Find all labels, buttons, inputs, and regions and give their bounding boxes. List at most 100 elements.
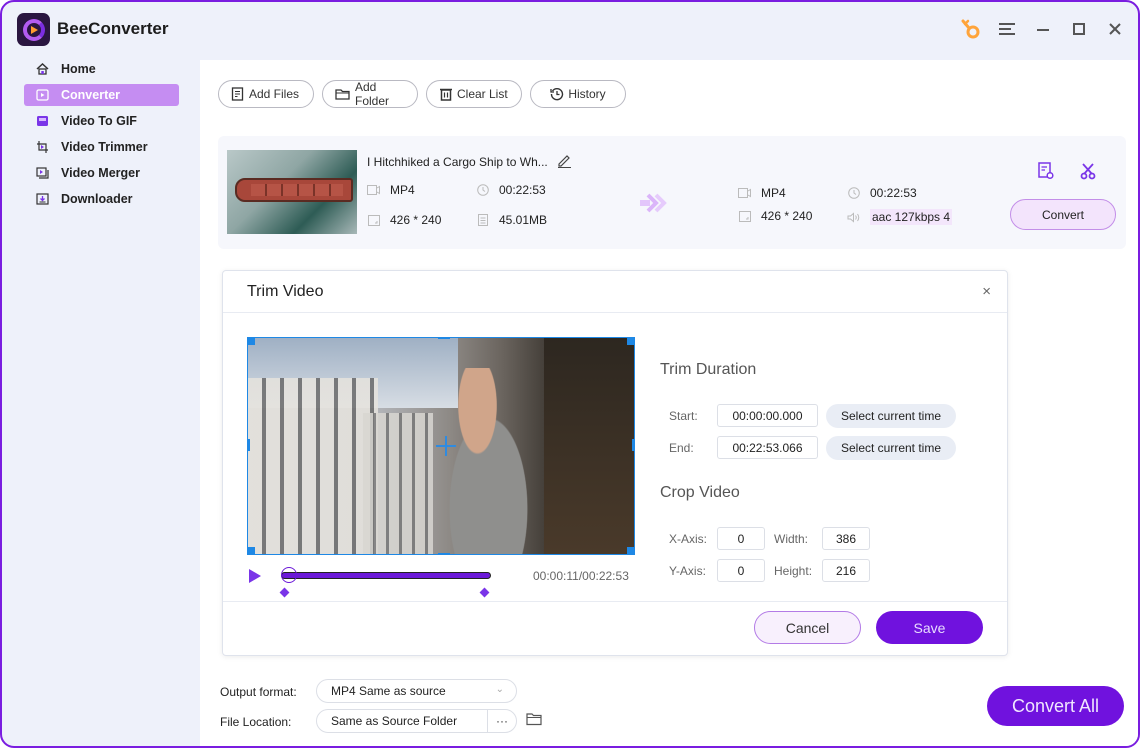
dialog-title: Trim Video: [247, 282, 324, 300]
select-start-time-button[interactable]: Select current time: [826, 404, 956, 428]
logo-ring-icon: [22, 18, 45, 41]
output-duration: 00:22:53: [847, 186, 917, 200]
history-button[interactable]: History: [530, 80, 626, 108]
sidebar-item-downloader[interactable]: Downloader: [24, 188, 179, 210]
sidebar-item-label: Converter: [61, 88, 121, 102]
end-time-input[interactable]: 00:22:53.066: [717, 436, 818, 459]
converter-icon: [36, 89, 49, 101]
dialog-footer-divider: [223, 601, 1007, 602]
app-title: BeeConverter: [57, 19, 169, 38]
title-bar: BeeConverter: [2, 2, 1138, 58]
maximize-icon[interactable]: [1068, 18, 1090, 40]
scissors-trim-icon[interactable]: [1080, 162, 1096, 183]
merger-icon: [36, 167, 49, 179]
key-icon[interactable]: [960, 18, 982, 40]
x-axis-input[interactable]: 0: [717, 527, 765, 550]
trimmer-icon: [36, 141, 49, 153]
trim-start-marker[interactable]: [279, 587, 290, 598]
add-files-label: Add Files: [249, 87, 300, 101]
resolution-icon: [738, 210, 751, 222]
crop-handle-bottom[interactable]: [438, 553, 450, 554]
add-files-button[interactable]: Add Files: [218, 80, 314, 108]
output-format-label: Output format:: [220, 685, 297, 699]
crop-handle-right[interactable]: [632, 439, 634, 451]
video-format-icon: [367, 185, 380, 196]
crop-handle-top[interactable]: [438, 338, 450, 339]
trim-end-marker[interactable]: [479, 587, 490, 598]
convert-all-button[interactable]: Convert All: [987, 686, 1124, 726]
end-label: End:: [669, 441, 694, 455]
crop-handle-top-left[interactable]: [248, 338, 255, 345]
trim-duration-title: Trim Duration: [660, 361, 757, 378]
convert-arrow-icon: [638, 192, 668, 217]
rename-pencil-icon[interactable]: [556, 152, 572, 171]
select-end-time-button[interactable]: Select current time: [826, 436, 956, 460]
timeline-track[interactable]: [281, 572, 491, 579]
play-icon[interactable]: [249, 569, 261, 583]
sidebar-item-label: Video Merger: [61, 166, 140, 180]
add-folder-button[interactable]: Add Folder: [322, 80, 418, 108]
crop-handle-bottom-left[interactable]: [248, 547, 255, 554]
crop-handle-top-right[interactable]: [627, 338, 634, 345]
file-location-label: File Location:: [220, 715, 292, 729]
y-axis-label: Y-Axis:: [669, 564, 706, 578]
file-name: I Hitchhiked a Cargo Ship to Wh...: [367, 154, 548, 169]
download-icon: [36, 193, 49, 205]
close-icon[interactable]: [1104, 18, 1126, 40]
file-location-input[interactable]: Same as Source Folder ···: [316, 709, 517, 733]
height-input[interactable]: 216: [822, 559, 870, 582]
file-list-item: I Hitchhiked a Cargo Ship to Wh... MP4 0…: [218, 136, 1126, 249]
history-icon: [550, 87, 564, 101]
minimize-icon[interactable]: [1032, 18, 1054, 40]
crop-handle-bottom-right[interactable]: [627, 547, 634, 554]
sidebar: Home Converter Video To GIF Video Trimme…: [24, 58, 179, 214]
playback-time: 00:00:11/00:22:53: [533, 569, 629, 583]
crop-move-crosshair-icon[interactable]: [436, 436, 456, 456]
add-file-icon: [231, 87, 245, 101]
save-button[interactable]: Save: [876, 611, 983, 644]
source-resolution: 426 * 240: [367, 213, 441, 227]
close-dialog-icon[interactable]: ×: [982, 283, 991, 300]
source-duration: 00:22:53: [476, 183, 546, 197]
crop-handle-left[interactable]: [248, 439, 250, 451]
file-size-icon: [476, 214, 489, 226]
height-label: Height:: [774, 564, 813, 578]
output-audio[interactable]: aac 127kbps 4: [847, 209, 953, 225]
menu-icon[interactable]: [996, 18, 1018, 40]
playhead-knob[interactable]: [280, 567, 297, 583]
sidebar-item-video-to-gif[interactable]: Video To GIF: [24, 110, 179, 132]
toolbar: Add Files Add Folder Clear List History: [218, 80, 626, 108]
y-axis-input[interactable]: 0: [717, 559, 765, 582]
crop-video-title: Crop Video: [660, 484, 740, 501]
output-format: MP4: [738, 186, 786, 200]
sidebar-item-label: Video Trimmer: [61, 140, 148, 154]
output-format-select[interactable]: MP4 Same as source ⌄: [316, 679, 517, 703]
sidebar-item-video-trimmer[interactable]: Video Trimmer: [24, 136, 179, 158]
window-controls: [960, 18, 1126, 40]
sidebar-item-converter[interactable]: Converter: [24, 84, 179, 106]
video-format-icon: [738, 188, 751, 199]
sidebar-item-home[interactable]: Home: [24, 58, 179, 80]
open-folder-icon[interactable]: [526, 712, 543, 729]
resolution-icon: [367, 214, 380, 226]
start-label: Start:: [669, 409, 698, 423]
clear-list-button[interactable]: Clear List: [426, 80, 522, 108]
x-axis-label: X-Axis:: [669, 532, 708, 546]
cancel-button[interactable]: Cancel: [754, 611, 861, 644]
start-time-input[interactable]: 00:00:00.000: [717, 404, 818, 427]
source-size: 45.01MB: [476, 213, 547, 227]
clear-list-label: Clear List: [457, 87, 508, 101]
trim-video-dialog: Trim Video × 00:00:11/00:22:53 Trim Dura…: [222, 270, 1008, 656]
sidebar-item-video-merger[interactable]: Video Merger: [24, 162, 179, 184]
add-folder-label: Add Folder: [355, 80, 390, 108]
sidebar-item-label: Downloader: [61, 192, 133, 206]
sidebar-item-label: Video To GIF: [61, 114, 137, 128]
video-preview[interactable]: [247, 337, 635, 555]
convert-button[interactable]: Convert: [1010, 199, 1116, 230]
output-settings-icon[interactable]: [1038, 162, 1054, 183]
browse-button[interactable]: ···: [487, 710, 516, 732]
output-resolution: 426 * 240: [738, 209, 812, 223]
home-icon: [36, 63, 49, 75]
width-input[interactable]: 386: [822, 527, 870, 550]
video-thumbnail: [227, 150, 357, 234]
